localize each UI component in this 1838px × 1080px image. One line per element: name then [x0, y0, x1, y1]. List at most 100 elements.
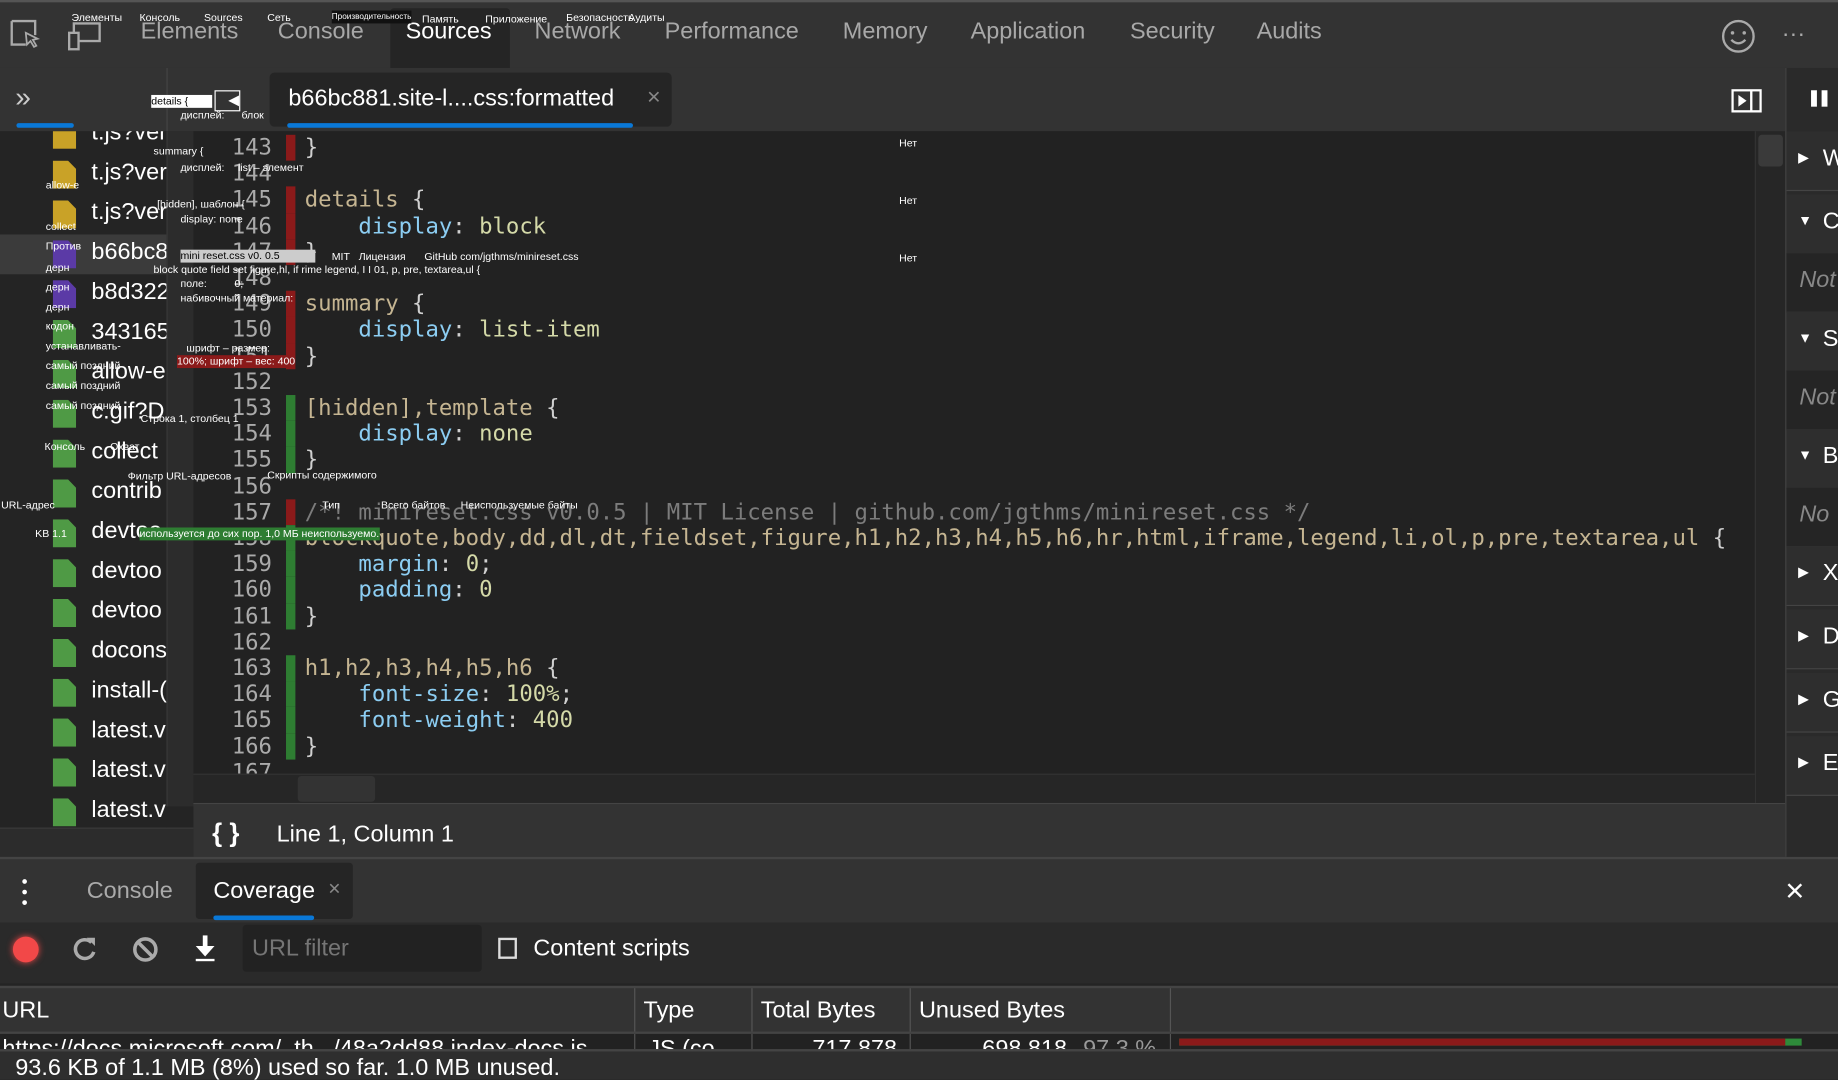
debugger-section[interactable]: ▶ E [1786, 736, 1838, 796]
line-number[interactable]: 167 [193, 759, 272, 773]
debugger-section[interactable]: Not [1786, 253, 1838, 313]
file-item[interactable]: docons [0, 633, 166, 673]
file-item[interactable]: devtoo [0, 593, 166, 633]
tab-application[interactable]: Application [971, 19, 1086, 46]
code-token: : [452, 212, 480, 239]
line-number[interactable]: 157 [193, 499, 272, 525]
line-number[interactable]: 163 [193, 655, 272, 681]
file-name: devtoo [91, 557, 162, 584]
ov-label: самый поздний [45, 399, 121, 412]
line-number[interactable]: 165 [193, 707, 272, 733]
line-number[interactable]: 166 [193, 733, 272, 759]
code-text: details { [305, 187, 426, 213]
debugger-sidebar: ▶W▼CNot▼SNot▼BNo▶X▶D▶G▶E [1785, 67, 1838, 857]
ov-label: дерн [45, 301, 70, 313]
more-options-icon[interactable]: ··· [1782, 21, 1805, 48]
debugger-section[interactable]: ▶W [1786, 131, 1838, 192]
ov-label: URL-адрес [1, 499, 55, 512]
line-number[interactable]: 160 [193, 577, 272, 603]
col-type[interactable]: Type [644, 998, 695, 1025]
pretty-print-icon[interactable]: { } [212, 818, 239, 848]
code-text: } [305, 343, 318, 369]
file-item[interactable]: t.js?ver [0, 195, 166, 235]
drawer-tab-console[interactable]: Console [87, 878, 173, 905]
sidebar-more-icon[interactable]: » [15, 82, 31, 115]
debugger-section[interactable]: ▼ B [1786, 429, 1838, 489]
editor-hscroll-thumb[interactable] [297, 775, 376, 802]
line-number[interactable]: 164 [193, 681, 272, 707]
code-editor[interactable]: 143}144145details {146 display: block147… [193, 131, 1755, 774]
tab-security[interactable]: Security [1130, 19, 1215, 46]
url-filter-input[interactable] [242, 924, 482, 972]
coverage-marker-used [286, 655, 296, 682]
file-item[interactable]: latest.v [0, 792, 166, 827]
section-label: No [1799, 501, 1830, 528]
reload-icon[interactable] [72, 935, 98, 963]
line-number[interactable]: 159 [193, 551, 272, 577]
file-name: docons [91, 637, 167, 664]
file-item[interactable]: latest.v [0, 713, 166, 753]
ov-label: Охват [110, 440, 140, 453]
file-item[interactable]: t.js?ver [0, 155, 166, 195]
drawer-tab-coverage[interactable]: Coverage [213, 878, 315, 905]
export-download-icon[interactable] [192, 934, 218, 962]
debugger-section[interactable]: ▶ X [1786, 546, 1838, 607]
pause-icon[interactable] [1810, 89, 1829, 108]
toggle-debugger-icon[interactable] [1731, 89, 1762, 113]
file-name: install-( [91, 677, 167, 704]
clear-icon[interactable] [132, 937, 158, 963]
close-coverage-icon[interactable]: × [328, 877, 340, 902]
line-number[interactable]: 150 [193, 317, 272, 343]
record-button[interactable] [12, 936, 39, 963]
debugger-section[interactable]: Not [1786, 370, 1838, 431]
file-item[interactable]: install-( [0, 673, 166, 713]
editor-vscrollbar[interactable] [1754, 131, 1787, 803]
editor-tab[interactable]: b66bc881.site-l....css:formatted × [269, 72, 672, 127]
inspect-element-icon[interactable] [9, 19, 42, 52]
file-icon [52, 798, 77, 827]
close-drawer-icon[interactable]: × [1785, 872, 1804, 910]
debugger-section[interactable]: ▶G [1786, 672, 1838, 733]
line-number[interactable]: 152 [193, 369, 272, 395]
tab-audits[interactable]: Audits [1257, 19, 1322, 46]
ov-label: GitHub com/jgthms/minireset.css [424, 250, 579, 263]
line-number[interactable]: 155 [193, 447, 272, 473]
file-item[interactable]: devtoo [0, 553, 166, 593]
col-unused-bytes[interactable]: Unused Bytes [919, 998, 1065, 1025]
debugger-section[interactable]: ▶D [1786, 609, 1838, 670]
sidebar-scrollbar[interactable] [166, 131, 195, 807]
code-token: 400 [532, 707, 574, 734]
sidebar-tab-indicator [16, 123, 74, 128]
code-token: } [304, 733, 319, 760]
coverage-marker-unused [286, 186, 296, 213]
editor-vscroll-thumb[interactable] [1758, 134, 1783, 167]
code-token: ; [479, 551, 493, 577]
line-number[interactable]: 143 [193, 135, 272, 161]
tab-performance[interactable]: Performance [665, 19, 799, 46]
file-item[interactable]: t.js?ver [0, 131, 166, 154]
coverage-marker-used [286, 681, 296, 708]
code-token: display [358, 421, 453, 447]
debugger-section[interactable]: ▼C [1786, 194, 1838, 255]
file-name: b8d322 [91, 278, 167, 305]
col-total-bytes[interactable]: Total Bytes [761, 998, 876, 1025]
file-item[interactable]: b66bc8 [0, 234, 167, 275]
close-tab-icon[interactable]: × [647, 84, 661, 111]
feedback-smiley-icon[interactable] [1721, 19, 1756, 54]
file-item[interactable]: latest.v [0, 753, 166, 793]
device-toolbar-icon[interactable] [67, 21, 103, 51]
line-number[interactable]: 161 [193, 603, 272, 629]
editor-hscrollbar[interactable] [193, 773, 1755, 805]
drawer-menu-icon[interactable] [22, 879, 27, 907]
file-item[interactable]: b8d322 [0, 274, 166, 314]
content-scripts-checkbox[interactable] [498, 937, 517, 959]
sidebar-hscrollbar[interactable] [0, 827, 194, 859]
ov-tab: Сеть [267, 11, 291, 24]
tab-memory[interactable]: Memory [843, 19, 928, 46]
code-token: details [304, 186, 399, 213]
col-url[interactable]: URL [2, 998, 49, 1025]
debugger-section[interactable]: ▼ S [1786, 311, 1838, 372]
debugger-section[interactable]: No [1786, 487, 1838, 548]
line-number[interactable]: 162 [193, 629, 272, 655]
